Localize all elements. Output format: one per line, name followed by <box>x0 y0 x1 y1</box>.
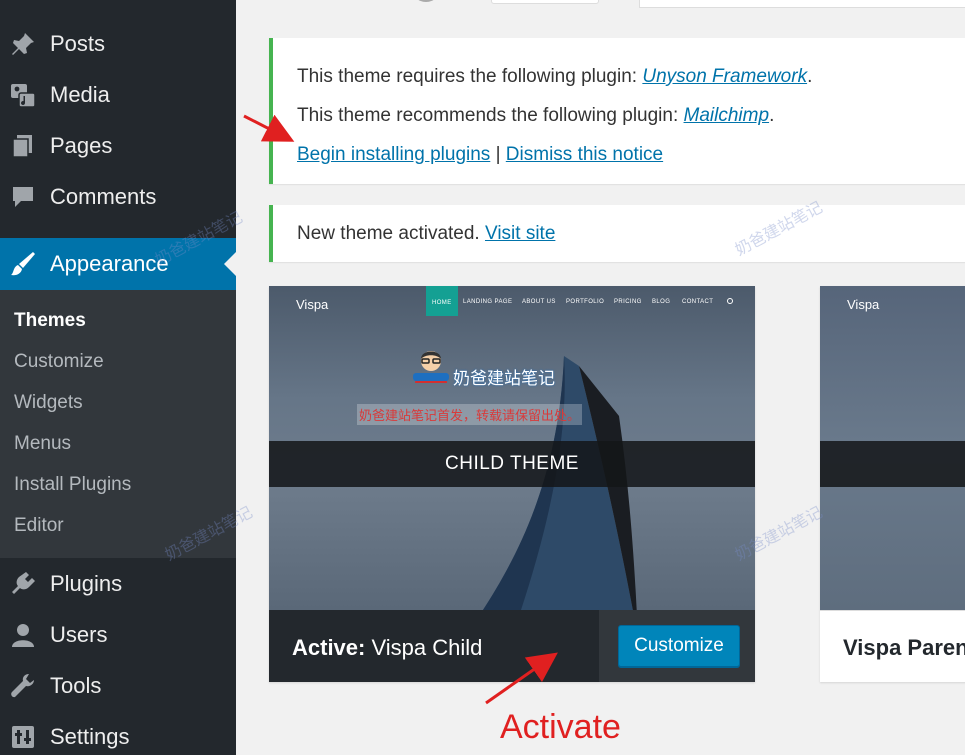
pages-icon <box>8 131 38 161</box>
theme-preview-logo: Vispa <box>296 297 329 312</box>
theme-card-parent[interactable]: Vispa Vispa Parent <box>820 286 965 682</box>
submenu-customize[interactable]: Customize <box>14 351 104 373</box>
watermark-avatar <box>411 345 451 390</box>
admin-sidebar: Posts Media Pages Comments Appearance Th… <box>0 0 236 755</box>
notice-actions: Begin installing plugins | Dismiss this … <box>297 144 664 165</box>
begin-installing-plugins-link[interactable]: Begin installing plugins <box>297 144 490 165</box>
menu-item-tools[interactable]: Tools <box>0 662 236 710</box>
preview-menu-blog: BLOG <box>652 299 671 305</box>
plugin-icon <box>8 569 38 599</box>
activate-annotation-label: Activate <box>500 708 621 746</box>
wrench-icon <box>8 671 38 701</box>
theme-preview-nav: Vispa HOME LANDING PAGE ABOUT US PORTFOL… <box>269 286 755 316</box>
top-bar-icon-fragment <box>411 0 441 2</box>
watermark-title: 奶爸建站笔记 <box>453 369 555 388</box>
pushpin-icon <box>8 29 38 59</box>
menu-item-users[interactable]: Users <box>0 611 236 659</box>
menu-item-comments[interactable]: Comments <box>0 173 236 221</box>
theme-activated-notice: New theme activated. Visit site <box>269 205 965 262</box>
visit-site-link[interactable]: Visit site <box>485 223 555 244</box>
plugin-requirement-notice: This theme requires the following plugin… <box>269 38 965 184</box>
parent-preview-band <box>820 441 965 487</box>
preview-search-icon <box>727 298 733 304</box>
preview-menu-home: HOME <box>426 286 458 316</box>
required-plugin-line: This theme requires the following plugin… <box>297 66 813 87</box>
active-theme-name: Active: Vispa Child <box>292 635 483 660</box>
user-icon <box>8 620 38 650</box>
submenu-widgets[interactable]: Widgets <box>14 392 83 414</box>
submenu-editor[interactable]: Editor <box>14 515 64 537</box>
media-icon <box>8 80 38 110</box>
preview-menu-about: ABOUT US <box>522 299 556 305</box>
parent-preview-logo: Vispa <box>847 297 880 312</box>
menu-item-plugins[interactable]: Plugins <box>0 560 236 608</box>
customize-button[interactable]: Customize <box>618 625 740 667</box>
required-plugin-link[interactable]: Unyson Framework <box>642 66 807 87</box>
search-field-fragment[interactable] <box>639 0 965 8</box>
menu-item-media[interactable]: Media <box>0 71 236 119</box>
parent-theme-name: Vispa Parent <box>843 635 965 660</box>
comment-icon <box>8 182 38 212</box>
recommended-plugin-link[interactable]: Mailchimp <box>684 105 770 126</box>
menu-item-settings[interactable]: Settings <box>0 713 236 755</box>
theme-screenshot[interactable]: Vispa HOME LANDING PAGE ABOUT US PORTFOL… <box>269 286 755 610</box>
menu-item-pages[interactable]: Pages <box>0 122 236 170</box>
parent-theme-screenshot[interactable]: Vispa <box>820 286 965 610</box>
preview-menu-contact: CONTACT <box>682 299 714 305</box>
preview-menu-portfolio: PORTFOLIO <box>566 299 605 305</box>
menu-item-posts[interactable]: Posts <box>0 20 236 68</box>
preview-menu-landing: LANDING PAGE <box>463 299 513 305</box>
paintbrush-icon <box>8 249 38 279</box>
dismiss-notice-link[interactable]: Dismiss this notice <box>506 144 663 165</box>
submenu-menus[interactable]: Menus <box>14 433 71 455</box>
theme-card-active[interactable]: Vispa HOME LANDING PAGE ABOUT US PORTFOL… <box>269 286 755 682</box>
watermark-subtitle: 奶爸建站笔记首发，转载请保留出处。 <box>357 404 583 425</box>
current-menu-arrow <box>224 252 236 276</box>
top-button-fragment[interactable] <box>491 0 599 4</box>
appearance-submenu: Themes Customize Widgets Menus Install P… <box>0 290 236 558</box>
submenu-themes[interactable]: Themes <box>14 310 86 332</box>
preview-menu-pricing: PRICING <box>614 299 642 305</box>
submenu-install-plugins[interactable]: Install Plugins <box>14 474 131 496</box>
settings-icon <box>8 722 38 752</box>
activated-line: New theme activated. Visit site <box>297 223 556 244</box>
theme-preview-band-text: CHILD THEME <box>445 453 579 474</box>
recommended-plugin-line: This theme recommends the following plug… <box>297 105 775 126</box>
